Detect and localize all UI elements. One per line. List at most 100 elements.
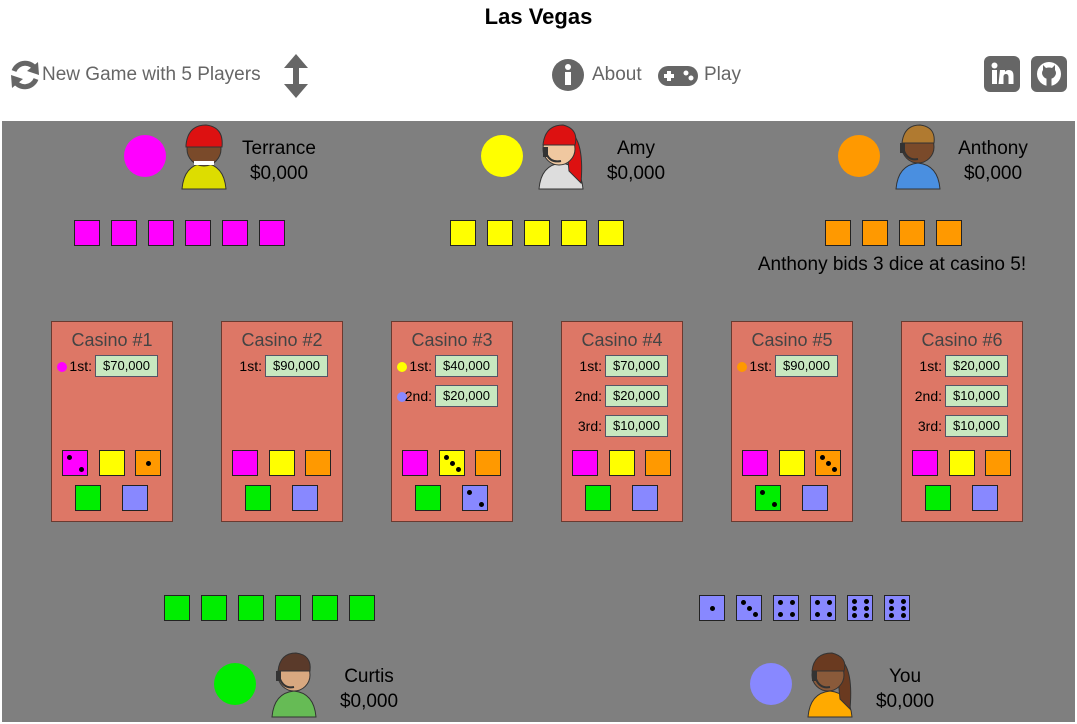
die-pip	[889, 606, 894, 611]
die-pip	[741, 600, 746, 605]
bid-slot	[645, 450, 671, 476]
prize-rank: 1st:	[239, 358, 262, 374]
about-label: About	[592, 64, 642, 85]
die-pip	[790, 600, 795, 605]
die	[825, 220, 851, 246]
player-you: You $0,000	[750, 649, 1030, 719]
die[interactable]	[847, 595, 873, 621]
die	[238, 595, 264, 621]
casino-title: Casino #4	[581, 330, 663, 350]
die-pip	[820, 455, 825, 460]
die-pip	[772, 502, 777, 507]
prize-amount: $70,000	[95, 355, 158, 377]
die[interactable]	[773, 595, 799, 621]
player-name: Amy	[617, 138, 655, 159]
github-icon[interactable]	[1031, 56, 1067, 92]
player-token	[214, 663, 256, 705]
die	[524, 220, 550, 246]
bid-slot	[245, 485, 271, 511]
casino-3[interactable]: Casino #3 1st: $40,000 2nd: $20,000	[391, 321, 513, 522]
casino-2[interactable]: Casino #2 1st: $90,000	[221, 321, 343, 522]
player-name: Terrance	[242, 138, 316, 159]
die-pip	[852, 613, 857, 618]
die-pip	[778, 600, 783, 605]
die-pip	[827, 600, 832, 605]
headset-blue-shirt-avatar-icon	[892, 121, 944, 191]
die	[899, 220, 925, 246]
player-count-toggle[interactable]	[282, 52, 310, 100]
gamepad-icon	[656, 58, 700, 92]
die	[312, 595, 338, 621]
die-pip	[826, 461, 831, 466]
die	[561, 220, 587, 246]
new-game-button[interactable]: New Game with 5 Players	[8, 58, 261, 92]
prize-row: 3rd: $10,000	[902, 414, 1022, 438]
prize-amount: $90,000	[775, 355, 838, 377]
prize-row: 2nd: $20,000	[392, 384, 512, 408]
die	[185, 220, 211, 246]
prize-rank: 1st:	[579, 358, 602, 374]
your-dice-pool[interactable]	[699, 595, 910, 621]
die[interactable]	[736, 595, 762, 621]
die	[450, 220, 476, 246]
bid-slot	[779, 450, 805, 476]
die	[598, 220, 624, 246]
bid-slot	[99, 450, 125, 476]
casino-6[interactable]: Casino #6 1st: $20,000 2nd: $10,000 3rd: $10,0…	[901, 321, 1023, 522]
bid-slot	[269, 450, 295, 476]
bid-slot	[585, 485, 611, 511]
amy-dice-pool	[450, 220, 624, 246]
die-pip	[827, 612, 832, 617]
about-button[interactable]: About	[551, 58, 642, 92]
player-token	[838, 135, 880, 177]
casino-title: Casino #2	[241, 330, 323, 350]
die	[259, 220, 285, 246]
player-money: $0,000	[875, 691, 935, 712]
status-message: Anthony bids 3 dice at casino 5!	[757, 254, 1027, 275]
prize-amount: $20,000	[435, 385, 498, 407]
up-down-arrows-icon	[282, 52, 310, 100]
casino-5[interactable]: Casino #5 1st: $90,000	[731, 321, 853, 522]
prize-rank: 2nd:	[404, 388, 432, 404]
die-pip	[901, 613, 906, 618]
prize-amount: $70,000	[605, 355, 668, 377]
game-board: Terrance $0,000 Amy $0,000 Anthony $0,00…	[2, 121, 1075, 722]
prize-rank: 1st:	[409, 358, 432, 374]
die[interactable]	[810, 595, 836, 621]
prize-rank: 1st:	[919, 358, 942, 374]
play-button[interactable]: Play	[656, 58, 741, 92]
bid-slot	[949, 450, 975, 476]
casino-1[interactable]: Casino #1 1st: $70,000	[51, 321, 173, 522]
casino-4[interactable]: Casino #4 1st: $70,000 2nd: $20,000 3rd: $10,0…	[561, 321, 683, 522]
die-pip	[815, 600, 820, 605]
bid-slot	[572, 450, 598, 476]
player-terrance: Terrance $0,000	[124, 121, 404, 191]
player-money: $0,000	[606, 163, 666, 184]
bid-slot	[985, 450, 1011, 476]
die	[275, 595, 301, 621]
player-name: Anthony	[958, 138, 1028, 159]
info-icon	[551, 58, 585, 92]
prize-rank: 1st:	[69, 358, 92, 374]
die-pip	[864, 606, 869, 611]
red-hair-headset-avatar-icon	[535, 121, 587, 191]
bid-slot	[462, 485, 488, 511]
die[interactable]	[699, 595, 725, 621]
die-pip	[889, 613, 894, 618]
red-helmet-yellow-shirt-avatar-icon	[178, 121, 230, 191]
prize-rank: 2nd:	[914, 388, 942, 404]
die[interactable]	[884, 595, 910, 621]
bid-slot	[475, 450, 501, 476]
prize-row: 1st: $70,000	[562, 354, 682, 378]
anthony-dice-pool	[825, 220, 962, 246]
headset-orange-shirt-avatar-icon	[804, 649, 856, 719]
die	[222, 220, 248, 246]
die-pip	[815, 612, 820, 617]
linkedin-icon[interactable]	[984, 56, 1020, 92]
die-pip	[790, 612, 795, 617]
die	[936, 220, 962, 246]
die	[74, 220, 100, 246]
prize-amount: $10,000	[945, 385, 1008, 407]
die-pip	[67, 455, 72, 460]
casino-title: Casino #5	[751, 330, 833, 350]
